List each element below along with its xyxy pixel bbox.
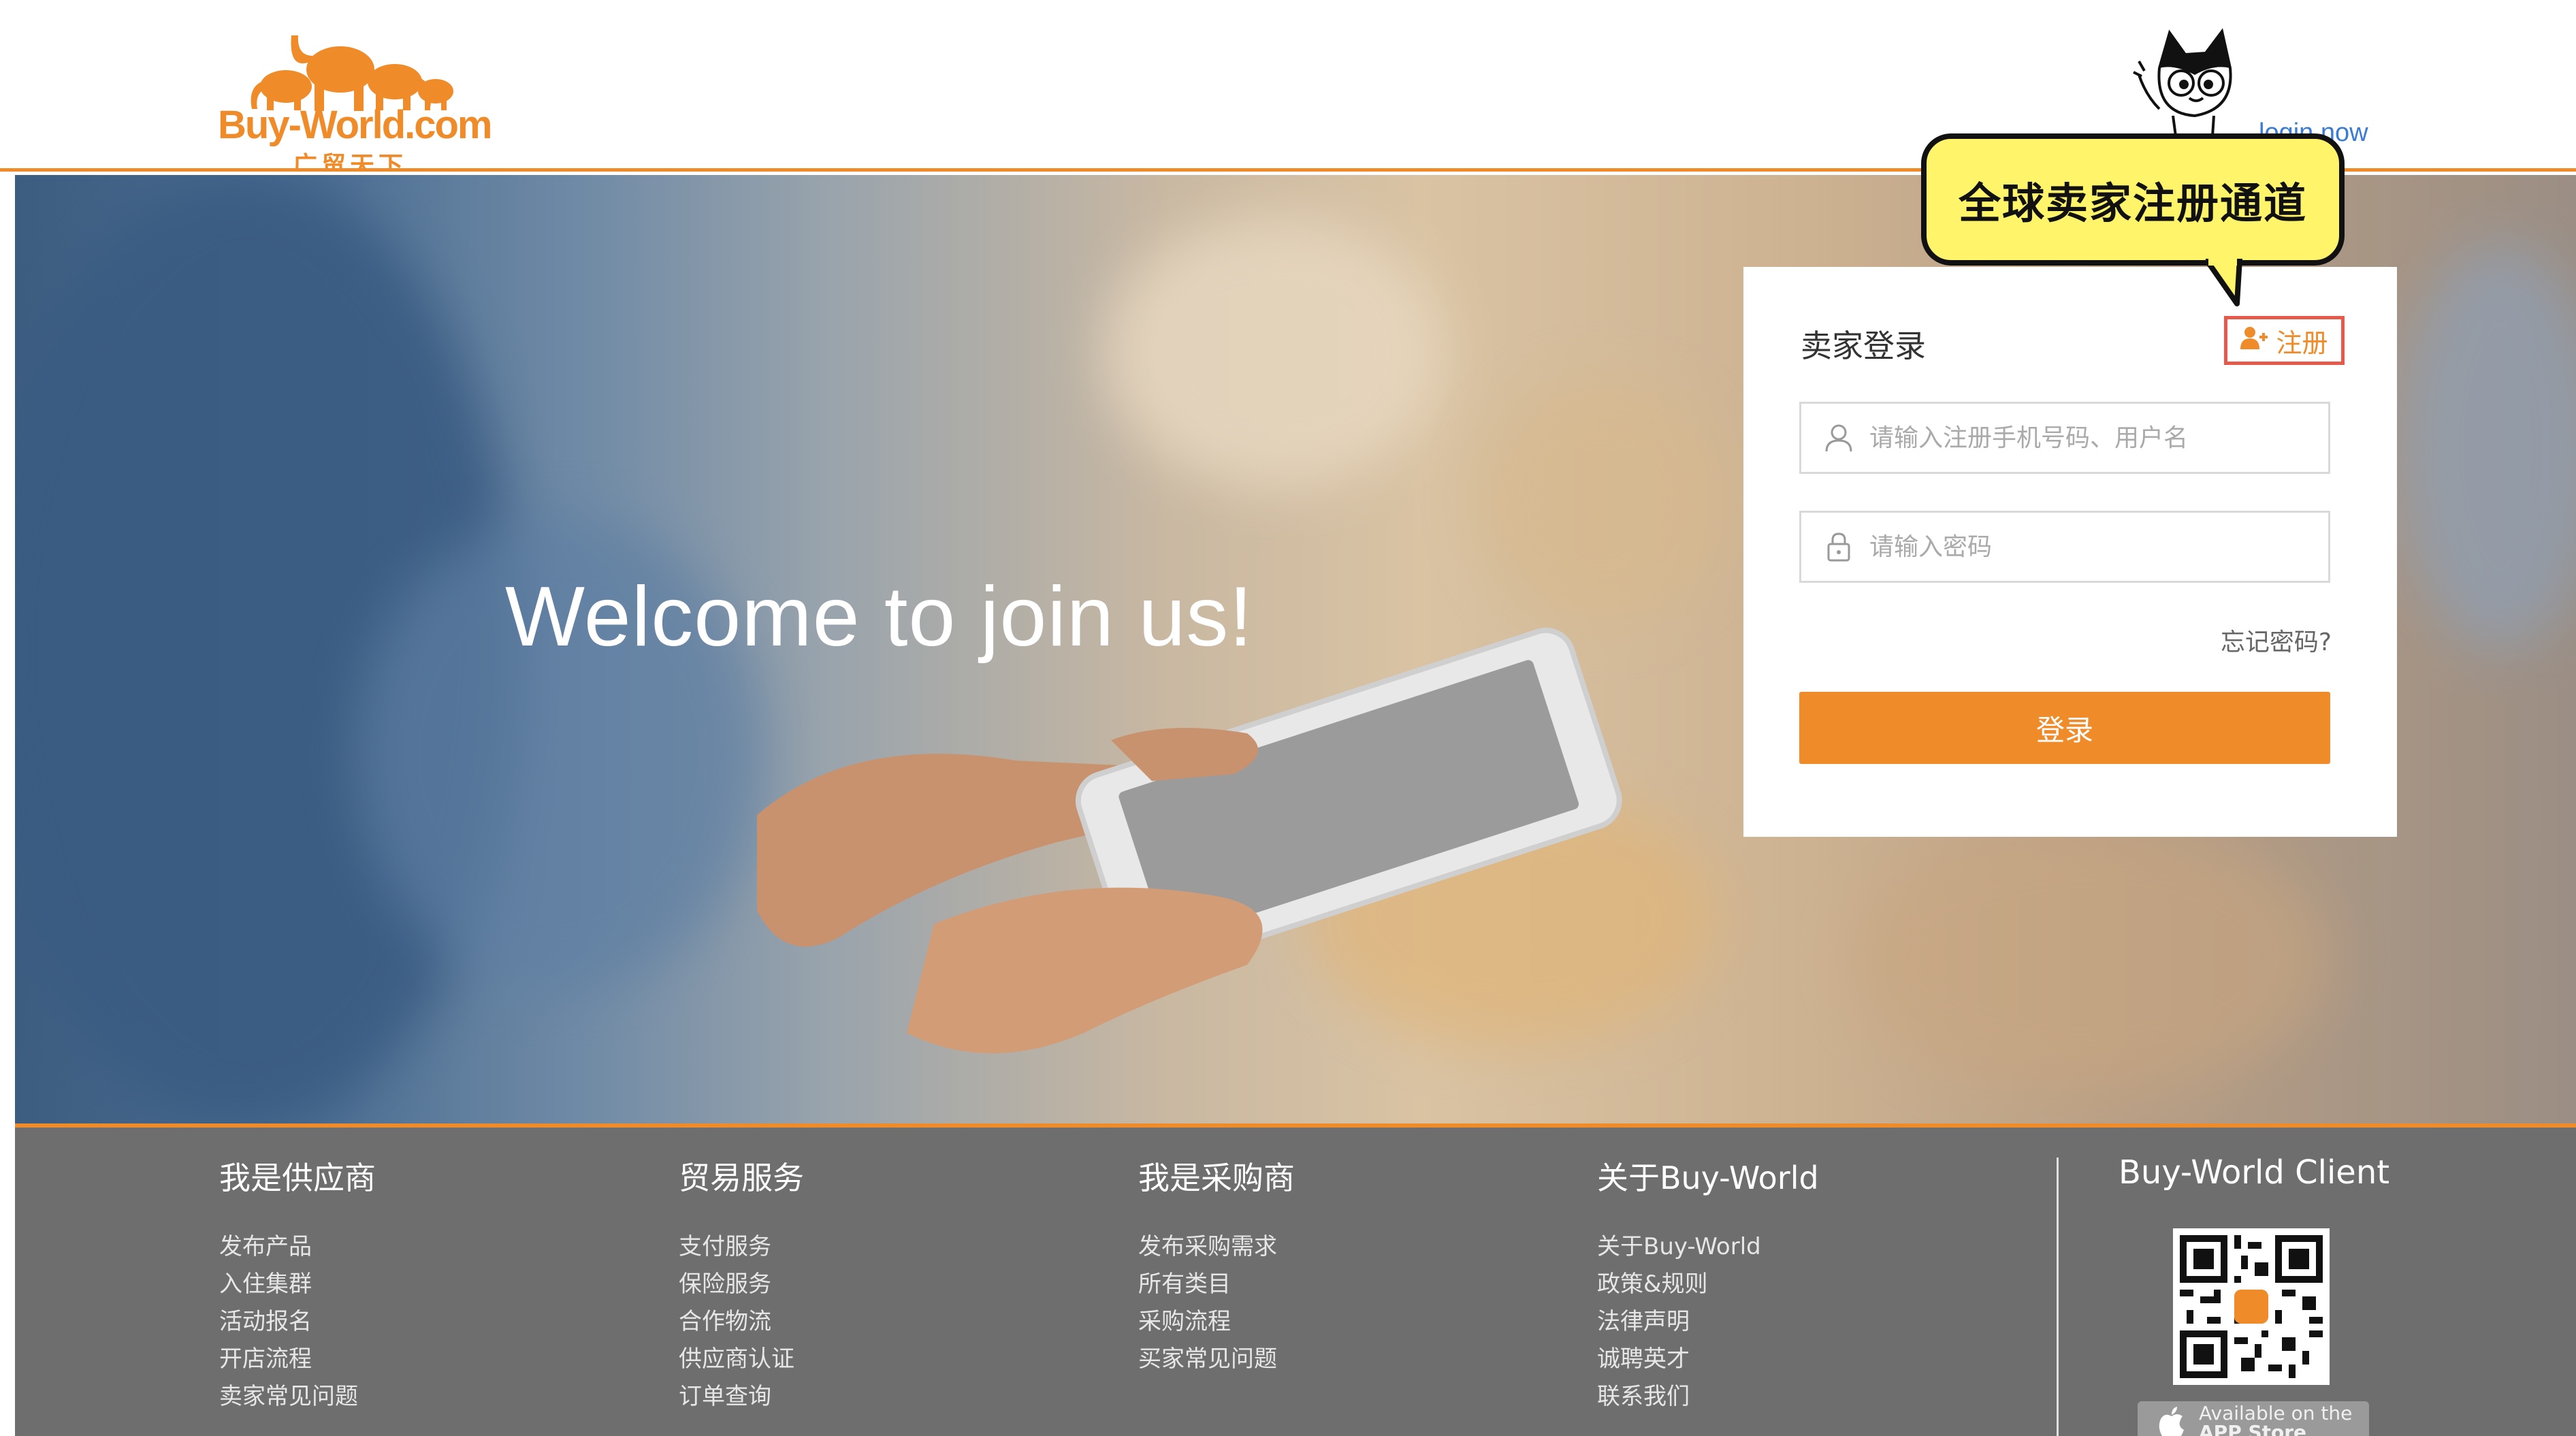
appstore-line2: APP Store (2199, 1421, 2307, 1436)
seller-login-panel: 卖家登录 注册 忘记 (1743, 267, 2397, 837)
footer-link[interactable]: 买家常见问题 (1138, 1341, 1295, 1378)
footer-link[interactable]: 所有类目 (1138, 1266, 1295, 1303)
logo-subtext: 广贸天下 (293, 152, 408, 169)
bokeh-light (2398, 243, 2576, 652)
qr-code-icon (2173, 1228, 2330, 1385)
footer-link[interactable]: 供应商认证 (679, 1341, 804, 1378)
footer-divider (2057, 1158, 2059, 1436)
site-logo[interactable]: Buy-World.com 广贸天下 (211, 15, 497, 172)
register-label: 注册 (2276, 328, 2328, 358)
lock-icon (1822, 530, 1856, 564)
footer-link[interactable]: 采购流程 (1138, 1303, 1295, 1341)
footer-link[interactable]: 开店流程 (219, 1341, 376, 1378)
client-title: Buy-World Client (2119, 1153, 2390, 1192)
register-button[interactable]: 注册 (2224, 316, 2345, 365)
footer-link[interactable]: 订单查询 (679, 1378, 804, 1416)
username-field[interactable] (1799, 402, 2330, 474)
footer-link[interactable]: 保险服务 (679, 1266, 804, 1303)
welcome-heading: Welcome to join us! (505, 570, 1253, 664)
footer-column-trade: 贸易服务 支付服务 保险服务 合作物流 供应商认证 订单查询 (679, 1153, 804, 1416)
password-input[interactable] (1869, 532, 2305, 561)
footer-column-title: 我是采购商 (1138, 1160, 1295, 1196)
footer-link[interactable]: 卖家常见问题 (219, 1378, 376, 1416)
footer-column-about: 关于Buy-World 关于Buy-World 政策&规则 法律声明 诚聘英才 … (1597, 1153, 1819, 1416)
callout-tail-icon (2206, 259, 2242, 306)
cat-mascot-icon (2132, 27, 2248, 137)
appstore-line1: Available on the (2199, 1402, 2353, 1424)
footer-link[interactable]: 活动报名 (219, 1303, 376, 1341)
password-field[interactable] (1799, 511, 2330, 583)
footer-column-title: 我是供应商 (219, 1160, 376, 1196)
username-input[interactable] (1869, 424, 2305, 452)
bokeh-light (1853, 822, 2330, 1094)
callout-text: 全球卖家注册通道 (1958, 178, 2307, 228)
footer-link[interactable]: 合作物流 (679, 1303, 804, 1341)
forgot-password-link[interactable]: 忘记密码? (2221, 622, 2332, 658)
footer-link[interactable]: 发布产品 (219, 1228, 376, 1266)
footer-column-supplier: 我是供应商 发布产品 入住集群 活动报名 开店流程 卖家常见问题 (219, 1153, 376, 1416)
add-user-icon (2240, 325, 2268, 355)
footer-column-title: 贸易服务 (679, 1160, 804, 1196)
user-icon (1822, 421, 1856, 455)
footer-link[interactable]: 法律声明 (1597, 1303, 1819, 1341)
bokeh-light (1104, 216, 1445, 488)
footer-link[interactable]: 入住集群 (219, 1266, 376, 1303)
logo-text: Buy-World.com (218, 103, 492, 147)
footer-link[interactable]: 联系我们 (1597, 1378, 1819, 1416)
login-button[interactable]: 登录 (1799, 692, 2330, 764)
seller-registration-callout: 全球卖家注册通道 (1921, 133, 2345, 266)
client-download: Buy-World Client Available on the APP St… (2119, 1153, 2390, 1436)
login-title: 卖家登录 (1801, 328, 1926, 364)
footer-column-buyer: 我是采购商 发布采购需求 所有类目 采购流程 买家常见问题 (1138, 1153, 1295, 1378)
app-store-badge[interactable]: Available on the APP Store (2138, 1401, 2369, 1436)
footer-link[interactable]: 关于Buy-World (1597, 1228, 1819, 1266)
site-footer: 我是供应商 发布产品 入住集群 活动报名 开店流程 卖家常见问题 贸易服务 支付… (15, 1123, 2576, 1436)
footer-link[interactable]: 支付服务 (679, 1228, 804, 1266)
footer-link[interactable]: 发布采购需求 (1138, 1228, 1295, 1266)
apple-icon (2158, 1405, 2185, 1436)
footer-column-title: 关于Buy-World (1597, 1160, 1819, 1196)
footer-link[interactable]: 政策&规则 (1597, 1266, 1819, 1303)
footer-link[interactable]: 诚聘英才 (1597, 1341, 1819, 1378)
